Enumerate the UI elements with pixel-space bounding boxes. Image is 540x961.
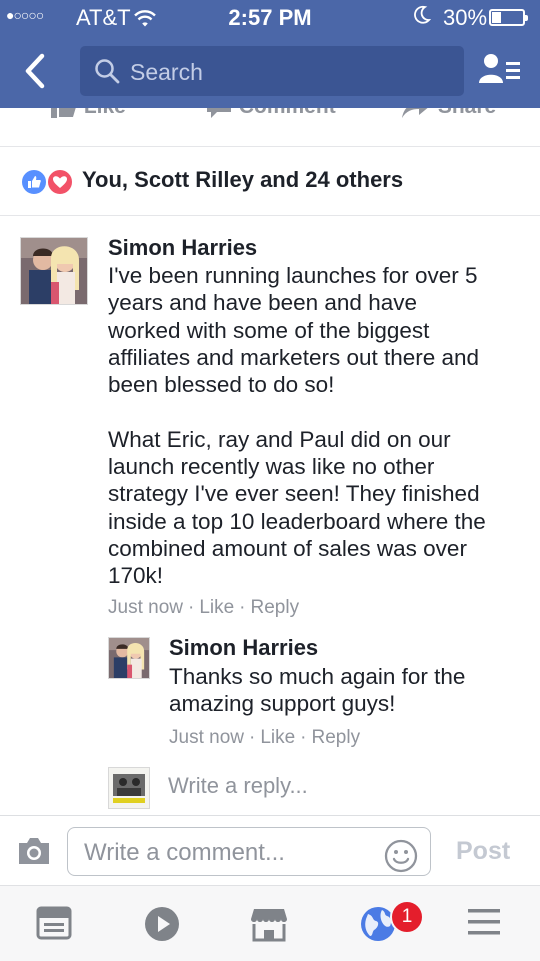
chevron-left-icon	[25, 53, 45, 89]
tab-marketplace[interactable]	[250, 906, 290, 942]
reply-meta: Just now · Like · Reply	[169, 727, 361, 748]
storefront-icon	[251, 909, 287, 942]
camera-icon	[19, 838, 49, 864]
smiley-icon	[384, 839, 418, 873]
do-not-disturb-icon	[413, 5, 432, 31]
tab-news-feed[interactable]	[36, 906, 76, 942]
comment-bubble-icon	[207, 108, 231, 118]
camera-button[interactable]	[16, 836, 52, 871]
reply-author[interactable]: Simon Harries	[169, 635, 318, 661]
comment-input-box[interactable]	[67, 827, 431, 877]
reply-like-link[interactable]: Like	[260, 727, 295, 748]
reactions-summary-text: You, Scott Rilley and 24 others	[82, 167, 404, 192]
share-label: Share	[438, 108, 496, 118]
like-action[interactable]: Like	[50, 108, 126, 120]
comment-label: Comment	[239, 108, 336, 118]
comment-like-link[interactable]: Like	[199, 597, 234, 618]
comment-input[interactable]	[82, 828, 376, 877]
search-bar[interactable]	[80, 46, 464, 98]
reactions-summary-row[interactable]: You, Scott Rilley and 24 others	[0, 147, 540, 216]
love-reaction-icon	[46, 168, 74, 196]
tab-video[interactable]	[144, 906, 184, 942]
friend-requests-button[interactable]	[476, 50, 524, 92]
bottom-tab-bar: 1	[0, 885, 540, 961]
tab-menu[interactable]	[466, 906, 506, 942]
reply-timestamp: Just now	[169, 727, 244, 748]
notification-count-badge: 1	[390, 900, 424, 934]
like-label: Like	[84, 108, 126, 118]
comment-reply-link[interactable]: Reply	[251, 597, 300, 618]
comment-action[interactable]: Comment	[205, 108, 336, 120]
comment-timestamp: Just now	[108, 597, 183, 618]
play-circle-icon	[145, 907, 179, 941]
person-list-icon	[479, 54, 520, 83]
battery-icon	[489, 9, 528, 26]
reply-reply-link[interactable]: Reply	[312, 727, 361, 748]
thumbs-up-icon	[51, 108, 76, 118]
back-button[interactable]	[18, 50, 58, 92]
post-button[interactable]: Post	[456, 837, 510, 866]
comment-body: I've been running launches for over 5 ye…	[108, 263, 486, 589]
search-icon	[94, 58, 120, 89]
hamburger-menu-icon	[468, 909, 500, 935]
comment-meta: Just now · Like · Reply	[108, 597, 300, 618]
battery-percent: 30%	[443, 5, 488, 30]
battery-level-fill	[492, 12, 501, 23]
write-reply-field[interactable]: Write a reply...	[168, 773, 308, 799]
share-arrow-icon	[402, 108, 428, 118]
comment-composer: Post	[0, 815, 540, 886]
emoji-button[interactable]	[384, 839, 418, 878]
comment-author[interactable]: Simon Harries	[108, 235, 257, 261]
commenter-avatar[interactable]	[20, 237, 88, 305]
news-feed-icon	[36, 906, 72, 940]
top-bar: ●○○○○ AT&T 2:57 PM 30%	[0, 0, 540, 108]
current-user-avatar	[108, 767, 150, 809]
reply-body: Thanks so much again for the amazing sup…	[169, 664, 466, 717]
post-action-bar: Like Comment Share	[0, 108, 540, 147]
status-bar: ●○○○○ AT&T 2:57 PM 30%	[0, 0, 540, 34]
share-action[interactable]: Share	[400, 108, 496, 120]
search-input[interactable]	[128, 46, 452, 98]
like-reaction-icon	[20, 168, 48, 196]
reply-author-avatar[interactable]	[108, 637, 150, 679]
